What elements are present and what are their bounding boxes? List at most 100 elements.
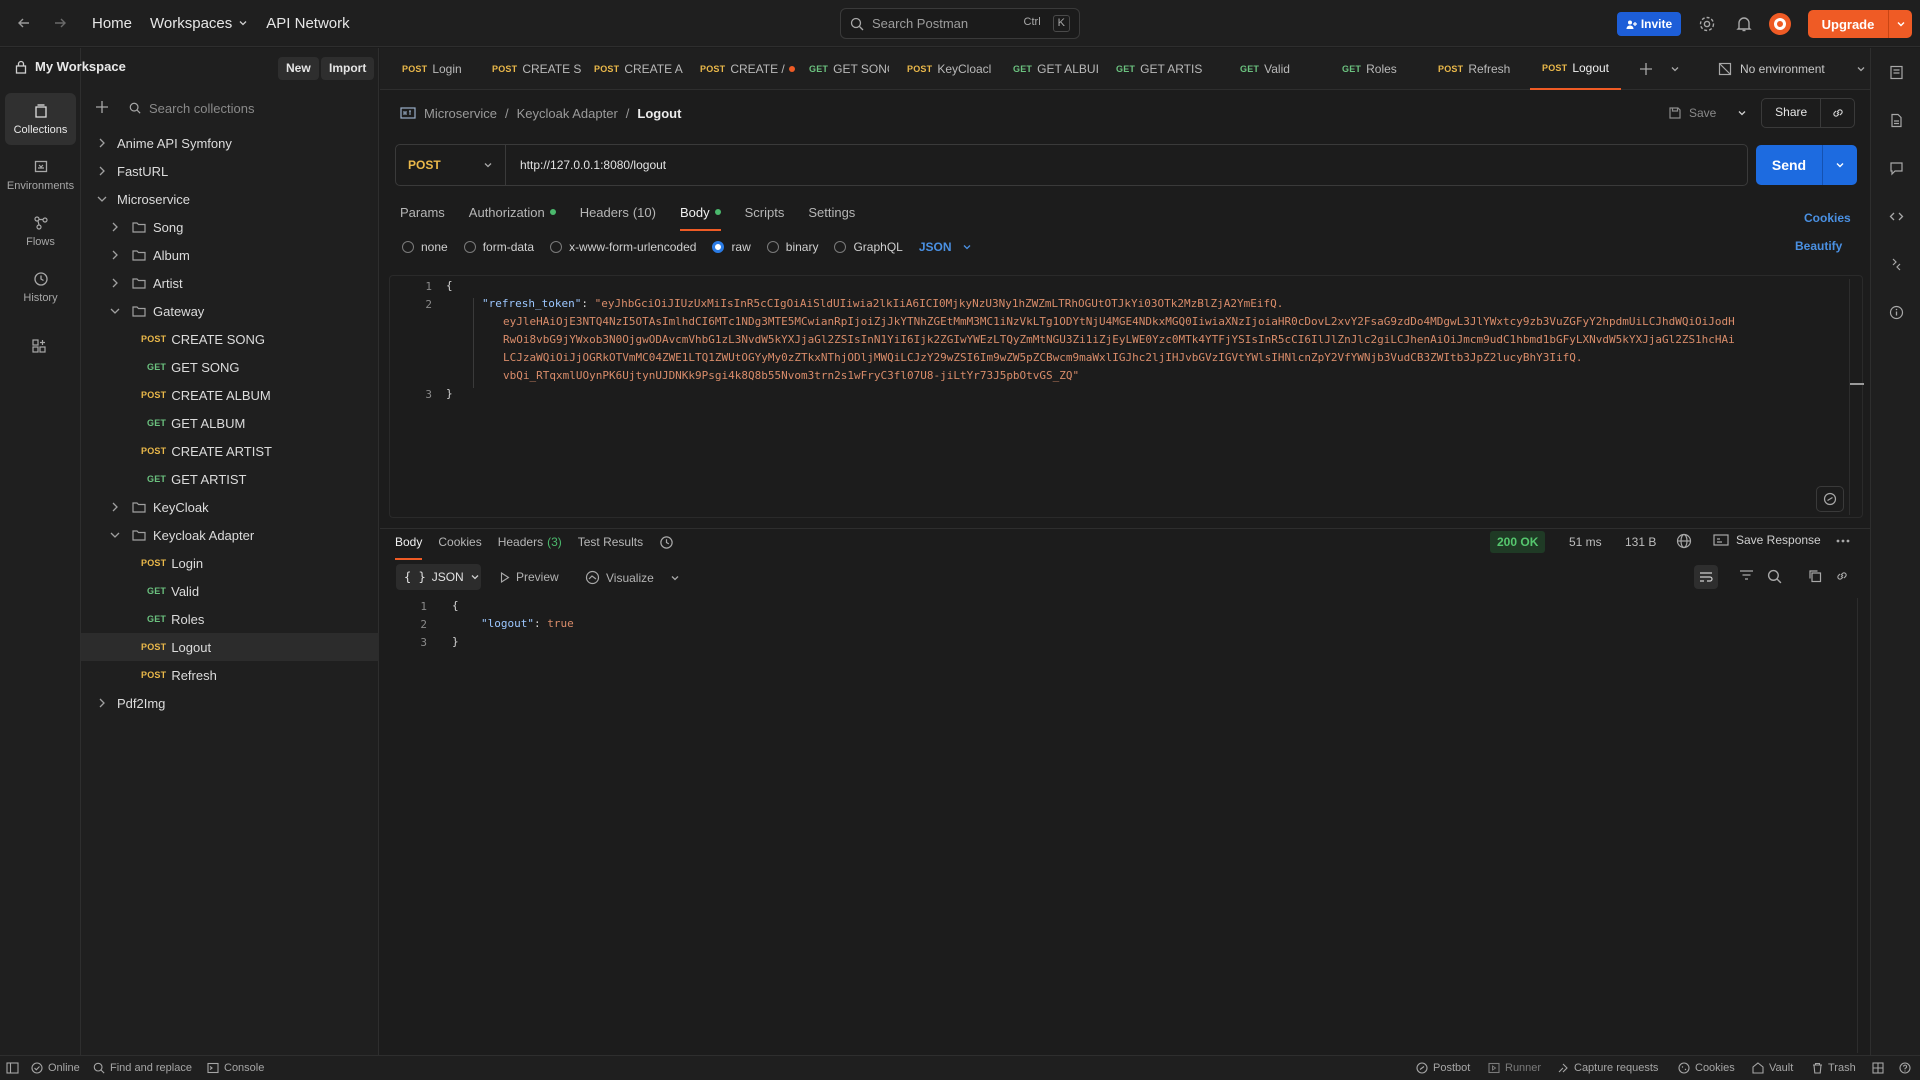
- chevron-right-icon[interactable]: [95, 138, 109, 148]
- environment-selector[interactable]: No environment: [1718, 48, 1868, 90]
- chevron-right-icon[interactable]: [108, 222, 122, 232]
- radio[interactable]: [402, 241, 414, 253]
- status-badge[interactable]: 200 OK: [1490, 531, 1546, 553]
- search-icon[interactable]: [1767, 569, 1782, 584]
- notifications-bell-icon[interactable]: [1735, 15, 1753, 33]
- documentation-icon[interactable]: [1889, 65, 1904, 80]
- info-icon[interactable]: [1889, 305, 1904, 320]
- online-status[interactable]: Online: [31, 1062, 80, 1074]
- wrap-lines-icon[interactable]: [1694, 565, 1718, 589]
- tab-get-album[interactable]: GET GET ALBUI: [1013, 48, 1099, 90]
- tree-folder[interactable]: Album: [81, 241, 379, 269]
- method-select[interactable]: POST: [396, 145, 506, 185]
- body-option-graphql[interactable]: GraphQL: [834, 240, 903, 254]
- global-search[interactable]: Search Postman Ctrl K: [840, 8, 1080, 39]
- chevron-right-icon[interactable]: [108, 502, 122, 512]
- tab-create-artist[interactable]: POST CREATE /: [700, 48, 795, 90]
- chevron-down-icon[interactable]: [95, 195, 109, 203]
- tree-collection[interactable]: Anime API Symfony: [81, 129, 379, 157]
- notes-icon[interactable]: [1889, 113, 1904, 128]
- radio[interactable]: [550, 241, 563, 253]
- tree-request[interactable]: GET Roles: [81, 605, 379, 633]
- cookies-link[interactable]: Cookies: [1804, 211, 1851, 225]
- upgrade-button[interactable]: Upgrade: [1808, 10, 1912, 38]
- body-option-form-data[interactable]: form-data: [463, 240, 534, 254]
- chevron-down-icon[interactable]: [670, 573, 680, 583]
- tree-folder[interactable]: KeyCloak: [81, 493, 379, 521]
- breadcrumb-folder[interactable]: Keycloak Adapter: [517, 106, 618, 121]
- beautify-link[interactable]: Beautify: [1795, 239, 1842, 253]
- chevron-right-icon[interactable]: [95, 698, 109, 708]
- link-icon[interactable]: [1835, 569, 1849, 583]
- share-button[interactable]: Share: [1761, 98, 1855, 128]
- chevron-right-icon[interactable]: [108, 250, 122, 260]
- radio[interactable]: [834, 241, 847, 253]
- tree-request[interactable]: POST CREATE ARTIST: [81, 437, 379, 465]
- tab-settings[interactable]: Settings: [808, 200, 855, 224]
- toggle-sidebar-icon[interactable]: [6, 1062, 19, 1074]
- tab-body[interactable]: Body: [679, 200, 721, 231]
- find-replace-button[interactable]: Find and replace: [93, 1062, 192, 1074]
- tree-request[interactable]: GET GET ALBUM: [81, 409, 379, 437]
- tree-request[interactable]: POST Login: [81, 549, 379, 577]
- new-button[interactable]: New: [278, 57, 319, 80]
- body-option-raw[interactable]: raw: [712, 240, 751, 254]
- tab-keycloak[interactable]: POST KeyCloacl: [907, 48, 991, 90]
- api-network-link[interactable]: API Network: [266, 15, 349, 32]
- tree-folder[interactable]: Gateway: [81, 297, 379, 325]
- trash-button[interactable]: Trash: [1812, 1062, 1856, 1074]
- tab-valid[interactable]: GET Valid: [1240, 48, 1290, 90]
- more-options-icon[interactable]: [1836, 539, 1850, 543]
- code-icon[interactable]: [1889, 209, 1904, 224]
- tree-request[interactable]: GET GET SONG: [81, 353, 379, 381]
- radio[interactable]: [766, 241, 779, 253]
- postbot-assist-icon[interactable]: [1816, 486, 1844, 512]
- response-size[interactable]: 131 B: [1625, 535, 1656, 549]
- tree-folder[interactable]: Keycloak Adapter: [81, 521, 379, 549]
- resp-tab-headers[interactable]: Headers (3): [498, 530, 562, 554]
- add-widgets-icon[interactable]: [31, 338, 47, 354]
- collection-search-input[interactable]: Search collections: [123, 96, 367, 120]
- tab-create-album[interactable]: POST CREATE A: [594, 48, 683, 90]
- tree-request[interactable]: POST CREATE ALBUM: [81, 381, 379, 409]
- radio-selected[interactable]: [712, 241, 725, 253]
- tab-authorization[interactable]: Authorization: [469, 200, 556, 224]
- invite-button[interactable]: Invite: [1617, 12, 1681, 36]
- chevron-down-icon[interactable]: [1889, 19, 1912, 29]
- tree-request[interactable]: GET Valid: [81, 577, 379, 605]
- tree-request[interactable]: POST Refresh: [81, 661, 379, 689]
- home-link[interactable]: Home: [92, 15, 132, 32]
- workspace-title[interactable]: My Workspace: [15, 59, 126, 74]
- layout-grid-icon[interactable]: [1872, 1062, 1884, 1074]
- filter-icon[interactable]: [1739, 569, 1754, 583]
- body-option-binary[interactable]: binary: [766, 240, 818, 254]
- resp-tab-cookies[interactable]: Cookies: [438, 530, 481, 554]
- radio[interactable]: [463, 241, 476, 253]
- copy-icon[interactable]: [1808, 569, 1822, 583]
- rail-item-history[interactable]: History: [5, 261, 76, 313]
- chevron-down-icon[interactable]: [1823, 160, 1857, 170]
- response-history-icon[interactable]: [659, 530, 674, 554]
- tree-request[interactable]: POST CREATE SONG: [81, 325, 379, 353]
- add-collection-icon[interactable]: [95, 100, 109, 114]
- avatar[interactable]: [1768, 12, 1792, 36]
- visualize-button[interactable]: Visualize: [585, 570, 680, 585]
- rail-item-flows[interactable]: Flows: [5, 205, 76, 257]
- related-collections-icon[interactable]: [1889, 257, 1904, 272]
- tree-request-selected[interactable]: POST Logout: [81, 633, 379, 661]
- new-tab-plus-icon[interactable]: [1639, 62, 1653, 76]
- chevron-down-icon[interactable]: [108, 531, 122, 539]
- tree-folder[interactable]: Artist: [81, 269, 379, 297]
- response-format-select[interactable]: { } JSON: [396, 564, 481, 590]
- tree-folder[interactable]: Song: [81, 213, 379, 241]
- chevron-right-icon[interactable]: [95, 166, 109, 176]
- tab-params[interactable]: Params: [400, 200, 445, 224]
- tab-login[interactable]: POST Login: [402, 48, 462, 90]
- cookies-button[interactable]: Cookies: [1678, 1062, 1735, 1074]
- tab-logout[interactable]: POST Logout: [1530, 48, 1622, 90]
- runner-button[interactable]: Runner: [1488, 1062, 1541, 1074]
- body-option-urlencoded[interactable]: x-www-form-urlencoded: [550, 240, 696, 254]
- import-button[interactable]: Import: [321, 57, 375, 80]
- tree-collection[interactable]: Microservice: [81, 185, 379, 213]
- comments-icon[interactable]: [1889, 161, 1904, 176]
